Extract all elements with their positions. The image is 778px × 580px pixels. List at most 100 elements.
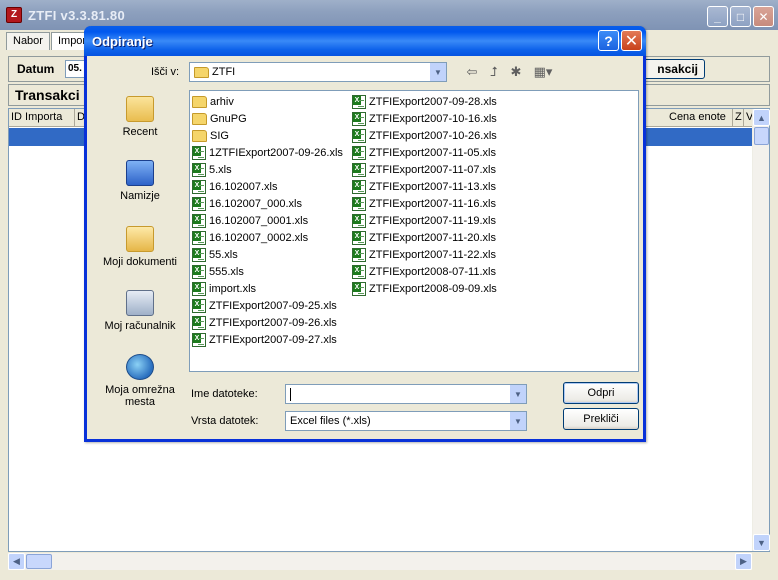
up-folder-icon[interactable]: ⮥ [485,64,503,80]
scroll-down-icon[interactable]: ▼ [753,534,770,551]
dialog-titlebar[interactable]: Odpiranje ? ✕ [84,26,646,56]
excel-file-icon [192,196,206,211]
file-name: 16.102007_000.xls [209,197,302,210]
excel-file-icon [192,332,206,347]
excel-file-icon [352,196,366,211]
horizontal-scrollbar[interactable]: ◀ ▶ [8,553,752,570]
chevron-down-icon[interactable]: ▼ [429,63,446,81]
file-item[interactable]: ZTFIExport2008-07-11.xls [352,263,497,280]
file-item[interactable]: 1ZTFIExport2007-09-26.xls [192,144,343,161]
column-header-z[interactable]: Z [733,109,744,127]
file-name: GnuPG [210,112,247,125]
file-item[interactable]: 5.xls [192,161,343,178]
file-item[interactable]: 16.102007_000.xls [192,195,343,212]
cancel-button[interactable]: Prekliči [563,408,639,430]
view-menu-icon[interactable]: ▦▾ [531,64,555,80]
file-item[interactable]: ZTFIExport2007-11-19.xls [352,212,497,229]
lookin-value: ZTFI [212,66,236,78]
file-item[interactable]: ZTFIExport2007-11-22.xls [352,246,497,263]
datum-label: Datum [17,62,55,76]
file-item[interactable]: ZTFIExport2007-11-07.xls [352,161,497,178]
file-item[interactable]: 555.xls [192,263,343,280]
excel-file-icon [352,111,366,126]
text-caret [290,388,291,401]
scroll-left-icon[interactable]: ◀ [8,553,25,570]
file-item[interactable]: ZTFIExport2007-09-25.xls [192,297,343,314]
excel-file-icon [352,94,366,109]
file-item[interactable]: ZTFIExport2007-11-16.xls [352,195,497,212]
file-item[interactable]: ZTFIExport2007-09-27.xls [192,331,343,348]
excel-file-icon [192,264,206,279]
filename-combo[interactable]: ▼ [285,384,527,404]
file-name: ZTFIExport2007-09-26.xls [209,316,337,329]
dialog-title: Odpiranje [92,33,153,49]
file-item[interactable]: ZTFIExport2007-11-13.xls [352,178,497,195]
file-name: ZTFIExport2007-10-26.xls [369,129,497,142]
chevron-down-icon[interactable]: ▼ [509,412,526,430]
file-list[interactable]: arhiv GnuPG SIG 1ZTFIExport2007-09-26.xls 5.… [189,90,639,372]
dialog-close-button[interactable]: ✕ [621,30,642,51]
file-name: 16.102007.xls [209,180,278,193]
scroll-thumb[interactable] [754,127,769,145]
excel-file-icon [192,145,206,160]
file-item[interactable]: ZTFIExport2007-11-05.xls [352,144,497,161]
excel-file-icon [192,247,206,262]
open-file-dialog: Odpiranje ? ✕ Išči v: ZTFI ▼ ⇦ ⮥ ✱ ▦▾ Re… [84,26,646,442]
folder-item[interactable]: GnuPG [192,110,343,127]
file-item[interactable]: ZTFIExport2008-09-09.xls [352,280,497,297]
file-item[interactable]: 16.102007.xls [192,178,343,195]
place-network[interactable]: Moja omrežna mesta [97,354,183,408]
vertical-scrollbar[interactable]: ▲ ▼ [752,109,770,551]
file-name: 16.102007_0001.xls [209,214,309,227]
tab-nabor[interactable]: Nabor [6,32,50,50]
folder-item[interactable]: SIG [192,127,343,144]
file-name: ZTFIExport2007-11-19.xls [369,214,496,227]
file-name: 5.xls [209,163,232,176]
file-item[interactable]: ZTFIExport2007-09-28.xls [352,93,497,110]
help-button[interactable]: ? [598,30,619,51]
scroll-right-icon[interactable]: ▶ [735,553,752,570]
chevron-down-icon[interactable]: ▼ [509,385,526,403]
place-my-computer[interactable]: Moj računalnik [97,290,183,332]
file-name: ZTFIExport2008-09-09.xls [369,282,497,295]
file-name: SIG [210,129,229,142]
place-label: Namizje [120,190,160,202]
file-item[interactable]: ZTFIExport2007-10-16.xls [352,110,497,127]
file-name: ZTFIExport2007-11-20.xls [369,231,496,244]
excel-file-icon [352,145,366,160]
excel-file-icon [192,179,206,194]
transakcije-button[interactable]: nsakcij [637,59,705,79]
file-item[interactable]: ZTFIExport2007-09-26.xls [192,314,343,331]
new-folder-icon[interactable]: ✱ [507,64,525,80]
folder-item[interactable]: arhiv [192,93,343,110]
app-icon[interactable]: Z [6,7,22,23]
place-recent[interactable]: Recent [97,96,183,138]
file-item[interactable]: ZTFIExport2007-11-20.xls [352,229,497,246]
file-name: ZTFIExport2007-11-07.xls [369,163,496,176]
place-label: Moja omrežna mesta [105,384,175,408]
file-name: 55.xls [209,248,238,261]
file-name: ZTFIExport2007-11-16.xls [369,197,496,210]
maximize-button[interactable]: □ [730,6,751,27]
column-header-cena-enote[interactable]: Cena enote [667,109,733,127]
file-item[interactable]: ZTFIExport2007-10-26.xls [352,127,497,144]
file-name: ZTFIExport2007-11-22.xls [369,248,496,261]
place-my-documents[interactable]: Moji dokumenti [97,226,183,268]
filetype-combo[interactable]: Excel files (*.xls) ▼ [285,411,527,431]
file-item[interactable]: 55.xls [192,246,343,263]
excel-file-icon [352,230,366,245]
scroll-up-icon[interactable]: ▲ [753,109,770,126]
file-item[interactable]: 16.102007_0001.xls [192,212,343,229]
back-icon[interactable]: ⇦ [463,64,481,80]
file-item[interactable]: 16.102007_0002.xls [192,229,343,246]
open-button[interactable]: Odpri [563,382,639,404]
close-button[interactable]: ✕ [753,6,774,27]
file-item[interactable]: import.xls [192,280,343,297]
hscroll-thumb[interactable] [26,554,52,569]
excel-file-icon [352,162,366,177]
excel-file-icon [352,281,366,296]
column-header-id-importa[interactable]: ID Importa [9,109,75,127]
place-desktop[interactable]: Namizje [97,160,183,202]
lookin-combo[interactable]: ZTFI ▼ [189,62,447,82]
minimize-button[interactable]: _ [707,6,728,27]
